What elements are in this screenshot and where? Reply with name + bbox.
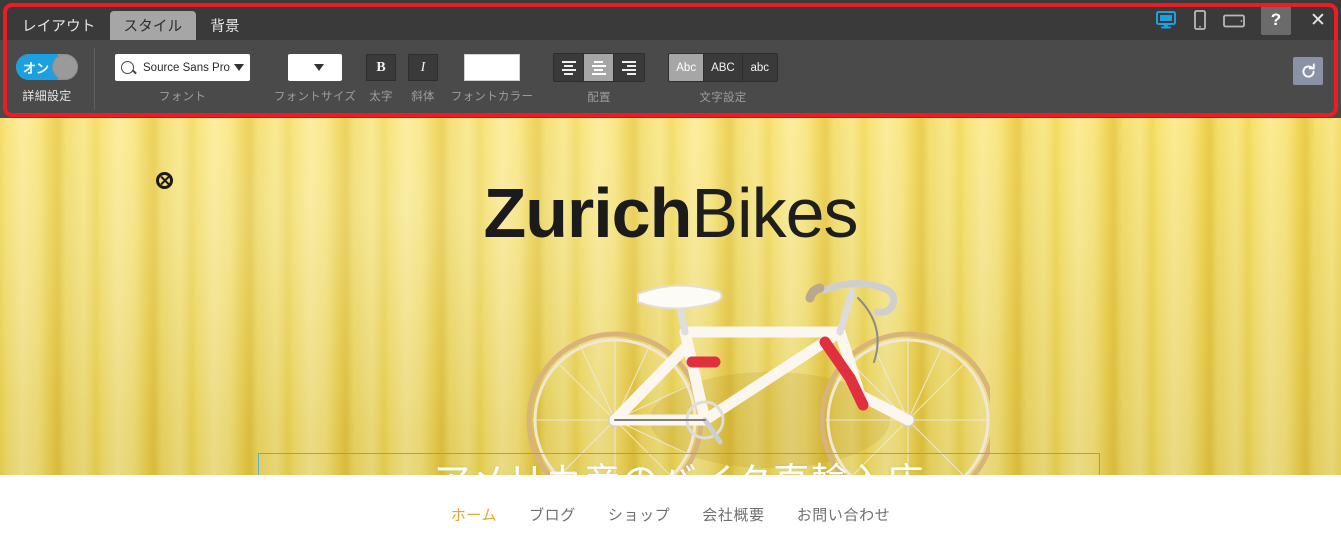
tab-background[interactable]: 背景	[196, 11, 253, 40]
italic-group-label: 斜体	[411, 91, 435, 103]
alignment-segmented-control	[553, 53, 645, 82]
logo-bold-part: Zurich	[483, 174, 692, 252]
device-preview-switcher: ? ✕	[1151, 0, 1333, 40]
style-ribbon: オン 詳細設定 Source Sans Pro フォント フォントサイズ B 太…	[0, 40, 1341, 118]
chevron-down-icon	[313, 64, 324, 71]
toggle-state-label: オン	[22, 60, 49, 76]
font-group: Source Sans Pro フォント	[95, 40, 270, 118]
tagline-text: アメリカ産のバイク直輸入店	[433, 451, 924, 475]
font-color-swatch[interactable]	[464, 54, 520, 81]
reset-icon	[1301, 62, 1315, 78]
font-group-label: フォント	[158, 91, 207, 103]
tagline-selection-box[interactable]: アメリカ産のバイク直輸入店	[258, 453, 1100, 475]
advanced-settings-toggle[interactable]: オン	[16, 54, 78, 80]
align-right-icon	[622, 60, 636, 75]
align-left-button[interactable]	[554, 54, 584, 81]
chevron-down-icon	[234, 64, 244, 71]
align-left-icon	[561, 60, 576, 75]
bicycle-image	[526, 280, 990, 475]
font-color-group-label: フォントカラー	[450, 91, 534, 103]
toggle-knob	[52, 54, 78, 80]
align-right-button[interactable]	[614, 54, 644, 81]
style-editor-panel: レイアウト スタイル 背景 ? ✕ オン 詳細設定 Source Sans Pr…	[0, 0, 1341, 118]
text-case-uppercase-button[interactable]: ABC	[704, 54, 743, 81]
nav-item-about[interactable]: 会社概要	[702, 504, 764, 525]
logo-text: ZurichBikes	[483, 174, 858, 252]
website-preview: ZurichBikes アメリカ産のバイク直輸入店 ホーム ブログ ショップ 会…	[0, 118, 1341, 553]
help-button[interactable]: ?	[1261, 5, 1291, 35]
text-case-group-label: 文字設定	[699, 92, 747, 104]
alignment-group: 配置	[540, 40, 658, 118]
site-logo[interactable]: ZurichBikes	[0, 172, 1341, 248]
nav-item-home[interactable]: ホーム	[451, 504, 497, 525]
tablet-view-icon[interactable]	[1219, 5, 1249, 35]
font-color-group: フォントカラー	[444, 40, 540, 118]
search-icon	[121, 61, 134, 74]
font-select[interactable]: Source Sans Pro	[115, 54, 250, 81]
font-size-group: フォントサイズ	[270, 40, 360, 118]
advanced-settings-label: 詳細設定	[22, 89, 72, 103]
bold-group: B 太字	[360, 40, 402, 118]
bold-group-label: 太字	[369, 91, 393, 103]
close-icon[interactable]: ✕	[1303, 5, 1333, 35]
nav-item-blog[interactable]: ブログ	[529, 504, 576, 525]
nav-item-contact[interactable]: お問い合わせ	[797, 504, 891, 525]
logo-light-part: Bikes	[691, 174, 858, 252]
desktop-view-icon[interactable]	[1151, 5, 1181, 35]
align-center-button[interactable]	[584, 54, 614, 81]
font-select-value: Source Sans Pro	[143, 61, 230, 74]
nav-item-shop[interactable]: ショップ	[608, 504, 670, 525]
font-size-select[interactable]	[288, 54, 342, 81]
text-case-segmented-control: Abc ABC abc	[668, 53, 778, 82]
text-case-capitalize-button[interactable]: Abc	[669, 54, 705, 81]
text-case-group: Abc ABC abc 文字設定	[658, 40, 788, 118]
font-size-group-label: フォントサイズ	[273, 91, 357, 103]
site-navigation: ホーム ブログ ショップ 会社概要 お問い合わせ	[0, 475, 1341, 553]
reset-button[interactable]	[1293, 57, 1323, 85]
mobile-view-icon[interactable]	[1185, 5, 1215, 35]
italic-group: I 斜体	[402, 40, 444, 118]
alignment-group-label: 配置	[587, 92, 611, 104]
bold-button[interactable]: B	[366, 54, 396, 81]
tab-style[interactable]: スタイル	[109, 11, 197, 40]
wheel-icon	[156, 172, 173, 189]
tab-layout[interactable]: レイアウト	[8, 11, 110, 40]
advanced-settings-group: オン 詳細設定	[0, 40, 94, 118]
align-center-icon	[591, 60, 606, 75]
italic-button[interactable]: I	[408, 54, 438, 81]
editor-tab-strip: レイアウト スタイル 背景 ? ✕	[0, 0, 1341, 40]
hero-banner[interactable]: ZurichBikes アメリカ産のバイク直輸入店	[0, 118, 1341, 475]
text-case-lowercase-button[interactable]: abc	[743, 54, 777, 81]
